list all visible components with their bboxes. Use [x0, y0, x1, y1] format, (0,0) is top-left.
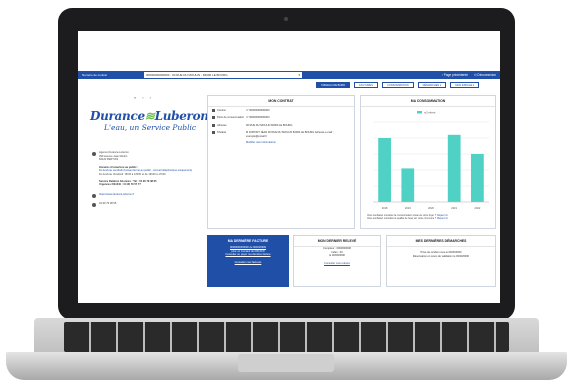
contract-row: Titulaire M DUPONT JEAN 00 RUE DU MOULIN… [208, 129, 354, 146]
consumption-title: MA CONSOMMATION [361, 96, 495, 107]
logo: Durance≋Luberon L'eau, un Service Public [90, 109, 209, 132]
pager-next[interactable]: › [150, 95, 151, 100]
contract-row: Contrat n° 00000000000000 [208, 107, 354, 114]
top-bar: Numéro de contrat 00000000000000 - 00 RU… [78, 71, 500, 79]
x-tick-label: 2021 [451, 206, 457, 210]
legend-label: m3 relevé [424, 111, 436, 115]
opening-hours: Horaires d'ouverture au public : Du lund… [92, 166, 202, 177]
contract-label: Numéro de contrat [82, 73, 107, 77]
logo-wordmark: Durance≋Luberon [90, 109, 209, 123]
procedure-item: Réservation en cours de validation le 00… [412, 254, 470, 258]
contract-row: Adresse 00 RUE DU MOULIN 84000 LE BOURG [208, 122, 354, 129]
website-link[interactable]: https://www.durance-luberon.fr [99, 193, 134, 198]
laptop-mockup: Numéro de contrat 00000000000000 - 00 RU… [0, 0, 573, 390]
logout-link[interactable]: ⏻ Déconnexion [474, 73, 496, 77]
phone-icon [92, 202, 96, 207]
consumption-chart: m3 relevé 2018 2019 2020 2021 2022 [373, 111, 489, 210]
contract-row-key: Titulaire [217, 131, 227, 135]
contract-select[interactable]: 00000000000000 - 00 RUE DU MOULIN - 8400… [144, 72, 302, 78]
website-row: https://www.durance-luberon.fr [92, 193, 202, 198]
bar [447, 134, 461, 202]
x-tick-label: 2019 [405, 206, 411, 210]
contract-row-value: n° 00000000000000 [246, 116, 270, 120]
pager-first[interactable]: « [134, 95, 136, 100]
user-icon [212, 131, 215, 135]
logo-word-left: Durance [90, 109, 145, 123]
reading-card: MON DERNIER RELEVÉ Compteur : 0000000000… [293, 235, 381, 287]
contract-row: Point de consommation n° 00000000000000 [208, 114, 354, 121]
tab-my-space[interactable]: MON ESPACE ▾ [450, 82, 480, 88]
trackpad [238, 354, 334, 372]
tab-dashboard[interactable]: TABLEAU DE BORD [316, 82, 351, 88]
bar [471, 154, 484, 202]
pager-prev[interactable]: ‹ [142, 95, 143, 100]
contract-select-value: 00000000000000 - 00 RUE DU MOULIN - 8400… [146, 73, 228, 77]
contract-row-key: Contrat [217, 109, 226, 112]
urgence-line: Urgences 24h/24h : 04 90 79 57 77 [99, 183, 141, 187]
previous-page-link[interactable]: ‹ Page précédente [442, 73, 468, 77]
document-icon [212, 109, 215, 112]
contract-row-key: Adresse [217, 123, 227, 127]
contract-row-key: Point de consommation [217, 116, 245, 120]
procedures-title: MES DERNIÈRES DÉMARCHES [387, 236, 495, 247]
legend-swatch [417, 111, 422, 114]
agency-address: Agence Durance-Luberon 390 avenue Jean M… [92, 151, 202, 162]
tab-consumption[interactable]: CONSOMMATION [382, 82, 414, 88]
x-tick-label: 2020 [428, 206, 434, 210]
logout-label: Déconnexion [477, 73, 496, 77]
note-link[interactable]: Cliquez ici [437, 217, 448, 220]
invoice-card: MA DERNIÈRE FACTURE 0000000000000 du 00/… [207, 235, 289, 287]
edit-info-link[interactable]: Modifier mes informations [246, 141, 350, 144]
note-text: Vous souhaitez connaître la qualité de l… [367, 217, 437, 221]
home-icon [212, 123, 215, 127]
tab-invoices[interactable]: FACTURES [354, 82, 379, 88]
globe-icon [92, 193, 96, 198]
screen: Numéro de contrat 00000000000000 - 00 RU… [78, 31, 500, 303]
contact-info: Agence Durance-Luberon 390 avenue Jean M… [92, 151, 202, 211]
phone-number: 04 90 79 38 65 [99, 201, 117, 205]
contract-title: MON CONTRAT [208, 96, 354, 107]
reading-title: MON DERNIER RELEVÉ [294, 236, 380, 247]
reading-date: le 00/00/0000 [329, 254, 345, 258]
contract-row-value: 00 RUE DU MOULIN 84000 LE BOURG [246, 123, 293, 127]
x-tick-label: 2018 [382, 206, 388, 210]
hours-text: Du lundi au Vendredi : 8h30 à 12h00 et d… [99, 172, 166, 176]
procedures-card: MES DERNIÈRES DÉMARCHES Prise de rendez-… [386, 235, 496, 287]
pay-invoice-link[interactable]: Consulter ou payer ma dernière facture [208, 253, 288, 257]
tab-procedures[interactable]: DÉMARCHES ▾ [417, 82, 447, 88]
bar [378, 138, 391, 202]
contract-card: MON CONTRAT Contrat n° 00000000000000 Po… [207, 95, 355, 229]
phone-row: 04 90 79 38 65 [92, 202, 202, 207]
logo-word-right: Luberon [154, 109, 209, 123]
location-pin-icon [92, 152, 96, 156]
contract-row-value: M DUPONT JEAN 00 RUE DU MOULIN 84000 LE … [246, 131, 334, 138]
service-lines: Service Relation Abonnés : Tél : 04 90 7… [92, 180, 202, 187]
logo-tagline: L'eau, un Service Public [104, 123, 197, 132]
chevron-down-icon: ▾ [298, 73, 300, 77]
consumption-notes: Vous souhaitez consulter la consommation… [367, 214, 448, 221]
meter-icon [212, 116, 215, 120]
view-readings-link[interactable]: Consulter mes relevés [294, 262, 380, 266]
pager: « ‹ › [134, 95, 151, 100]
keyboard [64, 322, 509, 352]
invoice-title: MA DERNIÈRE FACTURE [227, 239, 269, 243]
agency-line: 84120 PERTUIS [99, 158, 119, 162]
x-tick-label: 2022 [475, 206, 481, 210]
previous-page-label: Page précédente [443, 73, 468, 77]
view-invoices-link[interactable]: Consulter mes factures [208, 261, 288, 265]
camera [284, 17, 288, 21]
consumption-card: MA CONSOMMATION m3 relevé 2018 2019 2020 202… [360, 95, 496, 229]
main-nav: TABLEAU DE BORD FACTURES CONSOMMATION DÉ… [316, 82, 480, 88]
contract-row-value: n° 00000000000000 [246, 109, 270, 112]
bar [401, 168, 415, 202]
